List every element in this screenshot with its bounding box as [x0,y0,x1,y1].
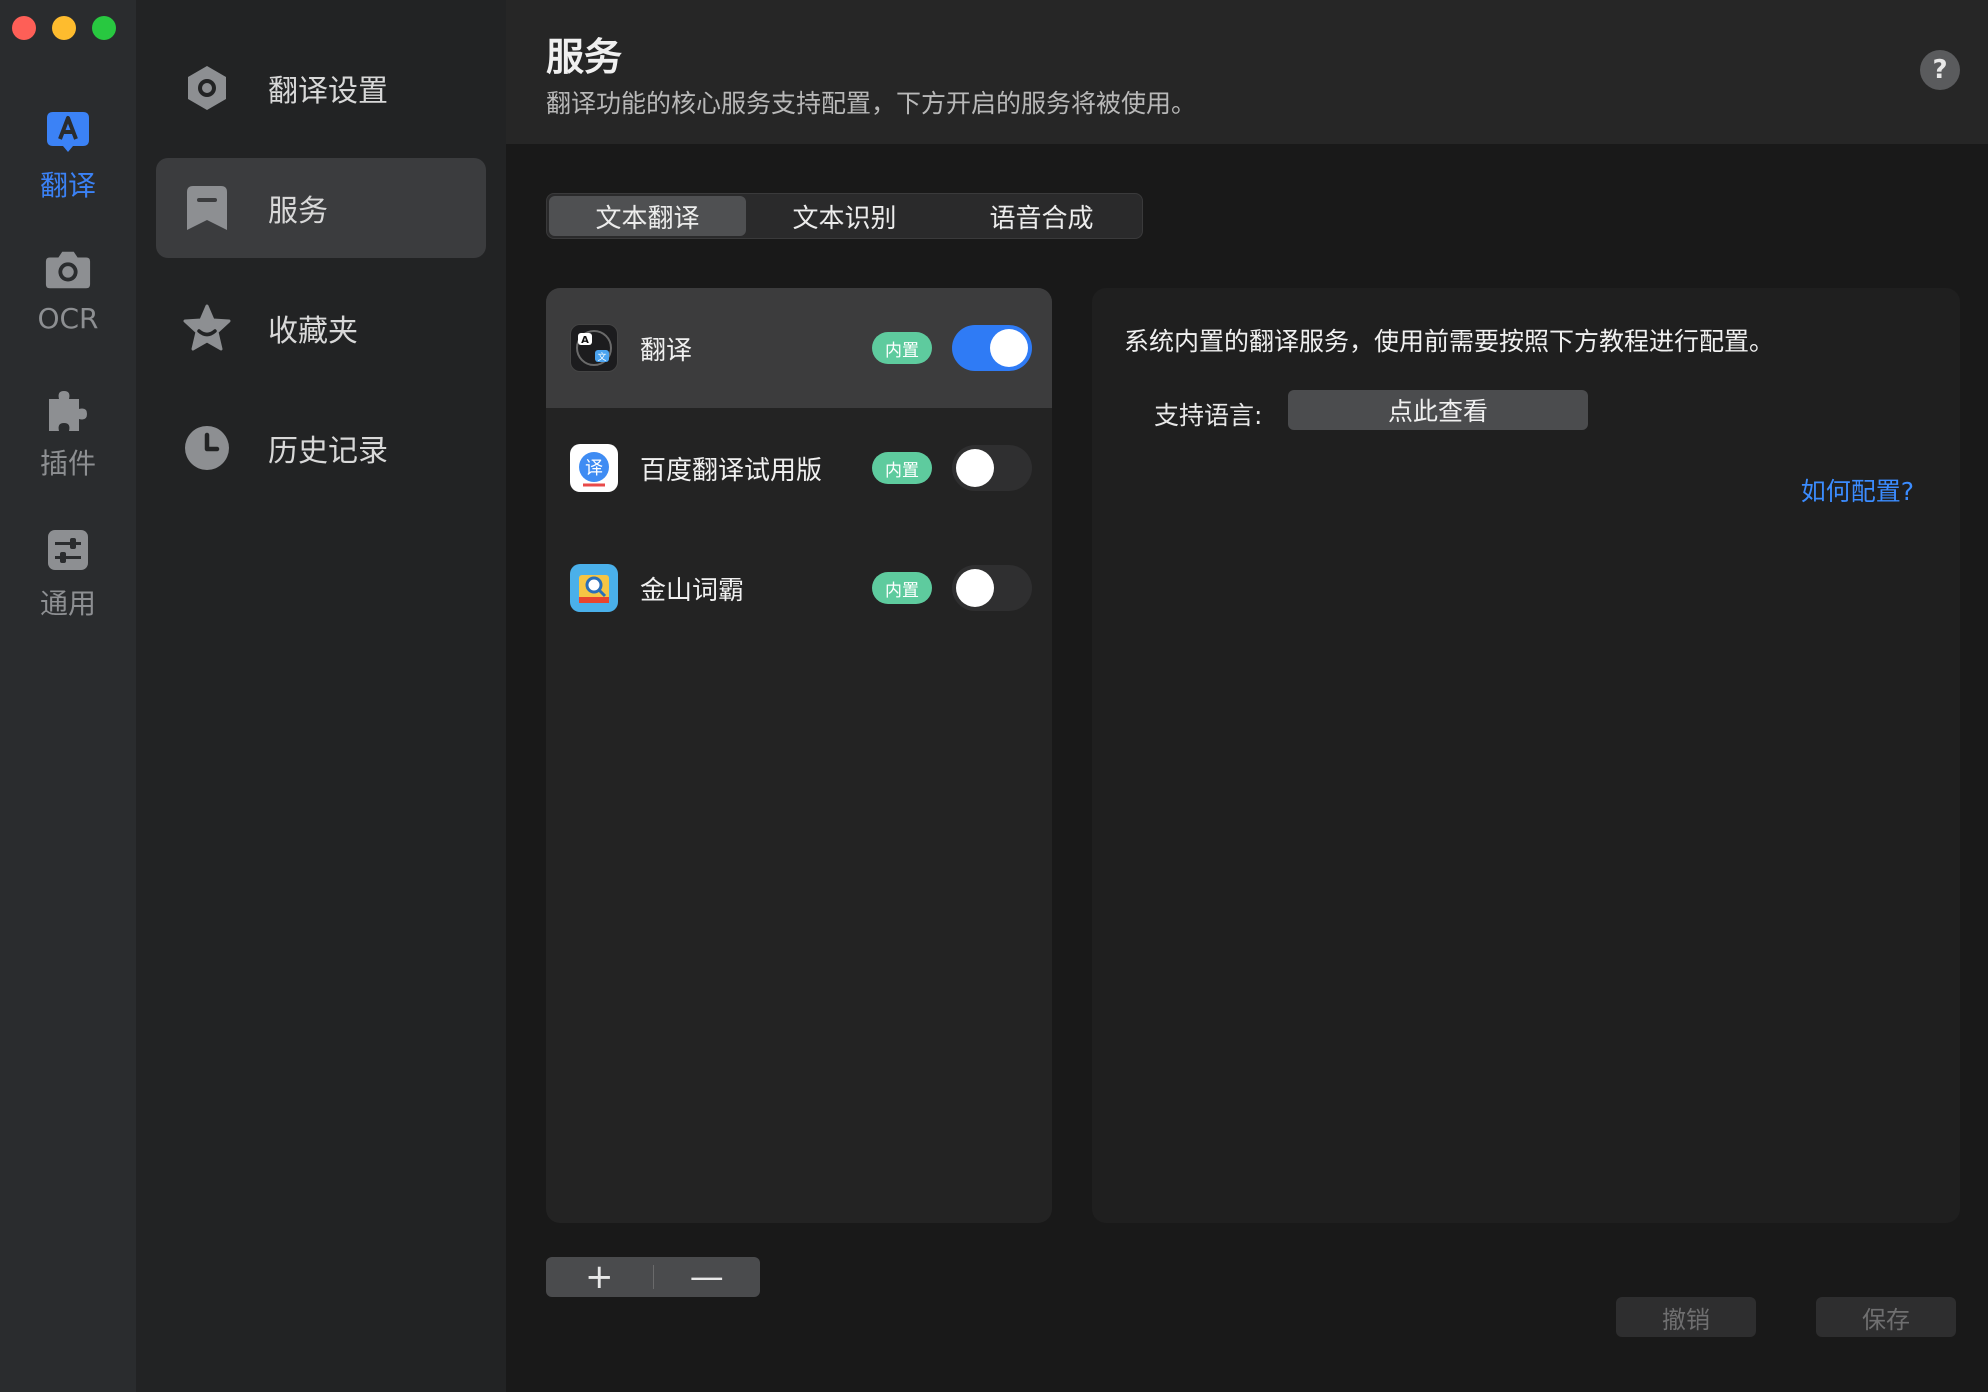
translate-icon [44,108,92,156]
toggle-knob [956,449,994,487]
service-name: 金山词霸 [640,575,745,606]
remove-service-button[interactable]: — [654,1257,761,1297]
tab-text-translate[interactable]: 文本翻译 [549,196,746,236]
rail-label-ocr: OCR [37,302,99,335]
sidebar-item-favorites[interactable]: 收藏夹 [156,278,486,378]
rail-label-plugins: 插件 [39,447,96,480]
tab-text-recognition[interactable]: 文本识别 [746,196,943,236]
service-description: 系统内置的翻译服务，使用前需要按照下方教程进行配置。 [1124,327,1775,356]
baidu-translate-icon: 译 [570,444,618,492]
how-to-configure-link[interactable]: 如何配置? [1801,472,1914,508]
zoom-window-button[interactable] [92,16,116,40]
builtin-badge: 内置 [872,572,932,604]
service-row-iciba[interactable]: 金山词霸 内置 [546,528,1052,648]
service-name: 翻译 [640,335,693,366]
sidebar-item-label: 翻译设置 [268,74,388,109]
cancel-button[interactable]: 撤销 [1616,1297,1756,1337]
sidebar-item-label: 服务 [268,194,328,229]
page-subtitle: 翻译功能的核心服务支持配置，下方开启的服务将被使用。 [546,89,1197,118]
service-row-baidu[interactable]: 译 百度翻译试用版 内置 [546,408,1052,528]
close-window-button[interactable] [12,16,36,40]
puzzle-icon [44,386,92,434]
gear-icon [180,61,234,115]
bookmark-icon [180,181,234,235]
save-button[interactable]: 保存 [1816,1297,1956,1337]
rail-item-ocr[interactable]: OCR [0,246,136,366]
svg-text:译: 译 [585,458,603,479]
toggle-knob [956,569,994,607]
sidebar-item-label: 收藏夹 [268,314,358,349]
toggle-knob [990,329,1028,367]
tab-speech-synthesis[interactable]: 语音合成 [943,196,1140,236]
traffic-lights [12,16,116,40]
app-window: 翻译 OCR 插件 通用 翻译设置 服务 收藏夹 历史记录 服务 翻译功能的核心… [0,0,1988,1392]
iciba-icon [570,564,618,612]
sidebar-item-history[interactable]: 历史记录 [156,398,486,498]
page-title: 服务 [546,35,623,79]
minimize-window-button[interactable] [52,16,76,40]
settings-sidebar: 翻译设置 服务 收藏夹 历史记录 [136,0,506,1392]
rail-label-general: 通用 [39,587,96,620]
sidebar-item-services[interactable]: 服务 [156,158,486,258]
builtin-badge: 内置 [872,332,932,364]
service-type-tabs: 文本翻译 文本识别 语音合成 [546,193,1143,239]
sidebar-item-label: 历史记录 [268,434,388,469]
service-toggle[interactable] [952,325,1032,371]
rail-label-translate: 翻译 [39,169,96,202]
sidebar-item-translate-settings[interactable]: 翻译设置 [156,38,486,138]
main-content: 服务 翻译功能的核心服务支持配置，下方开启的服务将被使用。 ? 文本翻译 文本识… [506,0,1988,1392]
star-icon [180,301,234,355]
svg-text:A: A [581,335,589,346]
service-name: 百度翻译试用版 [640,455,823,486]
service-toggle[interactable] [952,445,1032,491]
list-add-remove-control: + — [546,1257,760,1297]
sliders-icon [44,526,92,574]
page-header: 服务 翻译功能的核心服务支持配置，下方开启的服务将被使用。 ? [506,0,1988,144]
clock-icon [180,421,234,475]
camera-icon [44,246,92,294]
add-service-button[interactable]: + [546,1257,653,1297]
view-languages-button[interactable]: 点此查看 [1288,390,1588,430]
builtin-badge: 内置 [872,452,932,484]
help-button[interactable]: ? [1920,50,1960,90]
icon-rail: 翻译 OCR 插件 通用 [0,0,136,1392]
rail-item-plugins[interactable]: 插件 [0,386,136,506]
supported-languages-label: 支持语言: [1154,401,1263,430]
service-list: A 文 翻译 内置 译 百度翻译试用版 内置 金山词霸 内置 [546,288,1052,1223]
rail-item-translate[interactable]: 翻译 [0,108,136,228]
service-toggle[interactable] [952,565,1032,611]
service-detail-panel: 系统内置的翻译服务，使用前需要按照下方教程进行配置。 支持语言: 点此查看 如何… [1092,288,1960,1223]
rail-item-general[interactable]: 通用 [0,526,136,646]
svg-text:文: 文 [597,351,606,363]
service-row-system-translate[interactable]: A 文 翻译 内置 [546,288,1052,408]
system-translate-icon: A 文 [570,324,618,372]
